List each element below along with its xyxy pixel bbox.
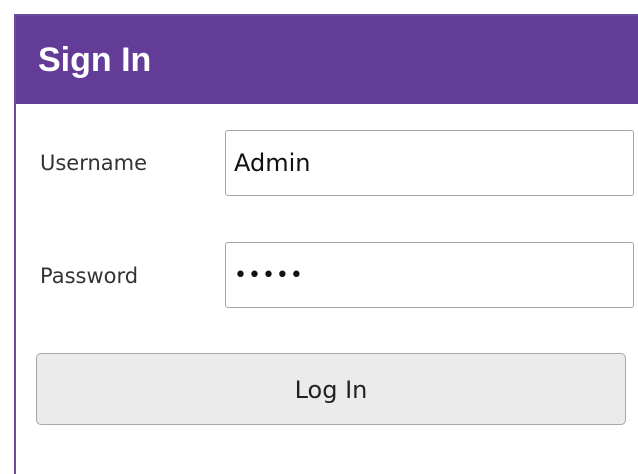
log-in-button[interactable]: Log In (36, 353, 626, 425)
username-label: Username (40, 151, 148, 175)
sign-in-panel: Sign In Username Password Log In (14, 14, 638, 474)
password-input[interactable] (225, 242, 634, 308)
username-input[interactable] (225, 130, 634, 196)
panel-header: Sign In (16, 16, 638, 104)
password-label: Password (40, 264, 139, 288)
page-title: Sign In (38, 41, 152, 79)
